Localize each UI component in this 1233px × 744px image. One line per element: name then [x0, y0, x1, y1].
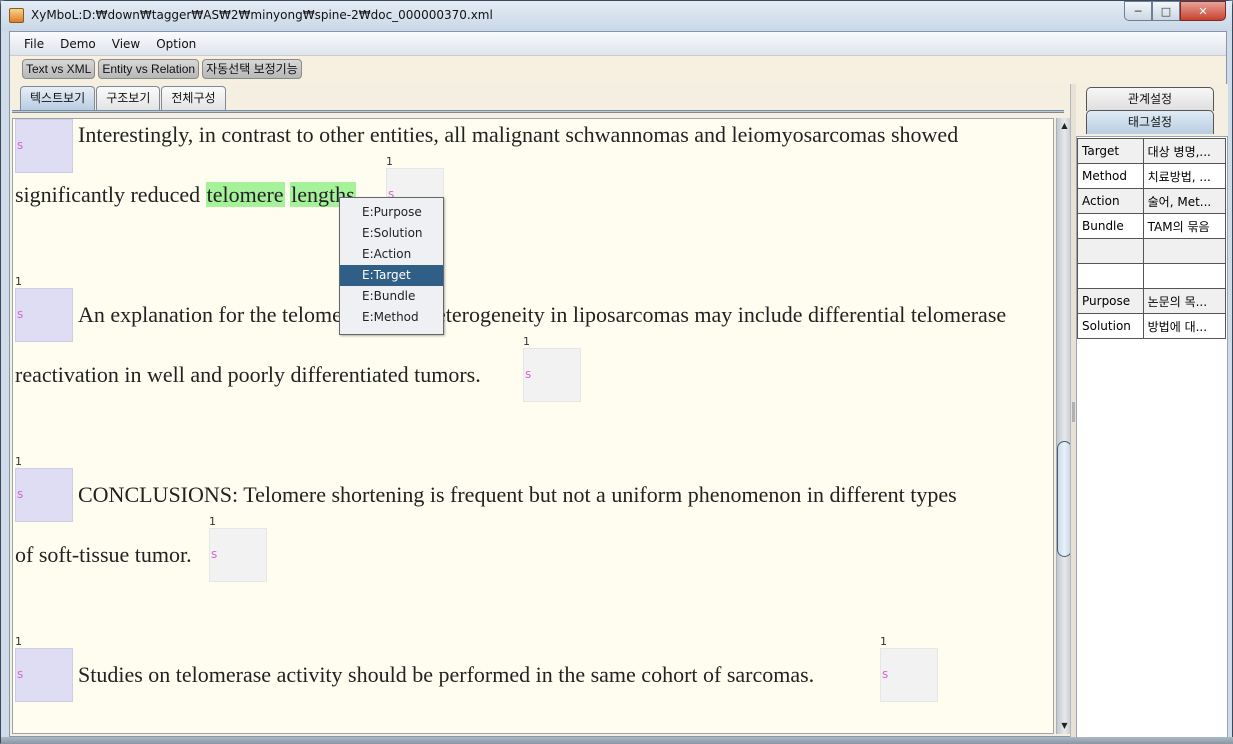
tag-description: 방법에 대... [1142, 313, 1227, 339]
tab-relation-settings[interactable]: 관계설정 [1086, 87, 1214, 111]
table-row[interactable]: Solution 방법에 대... [1077, 313, 1227, 339]
maximize-icon: □ [1160, 4, 1172, 18]
tag-description: 대상 병명,... [1142, 138, 1227, 164]
highlighted-entity[interactable]: telomere [205, 182, 285, 207]
sentence-marker-letter: s [17, 667, 24, 681]
entity-context-menu: E:Purpose E:Solution E:Action E:Target E… [339, 197, 444, 335]
tag-name: Action [1077, 188, 1144, 214]
tag-description: 논문의 목... [1142, 288, 1227, 314]
document-line: reactivation in well and poorly differen… [15, 362, 481, 387]
tag-name: Purpose [1077, 288, 1144, 314]
sentence-marker-letter: s [211, 547, 218, 561]
menu-bar: File Demo View Option [10, 32, 1226, 56]
menu-option[interactable]: Option [148, 37, 204, 51]
tag-name [1077, 263, 1144, 289]
entity-vs-relation-button[interactable]: Entity vs Relation [98, 59, 200, 79]
maximize-button[interactable]: □ [1152, 1, 1180, 21]
table-row[interactable]: Method 치료방법, ... [1077, 163, 1227, 189]
menu-item-target[interactable]: E:Target [340, 265, 443, 286]
tab-text-view[interactable]: 텍스트보기 [20, 86, 96, 110]
sentence-marker-letter: s [17, 138, 24, 152]
title-bar: XyMboL:D:₩down₩tagger₩AS₩2₩minyong₩spine… [1, 1, 1232, 31]
menu-item-purpose[interactable]: E:Purpose [340, 202, 443, 223]
tag-name: Method [1077, 163, 1144, 189]
sentence-count-label: 1 [15, 275, 22, 288]
tag-description [1142, 238, 1227, 264]
sentence-start-marker[interactable]: s [15, 119, 73, 173]
tag-name: Solution [1077, 313, 1144, 339]
toolbar: Text vs XML Entity vs Relation 자동선택 보정기능 [10, 56, 1226, 82]
sentence-marker-letter: s [882, 667, 889, 681]
document-line: CONCLUSIONS: Telomere shortening is freq… [78, 482, 957, 507]
auto-select-correction-button[interactable]: 자동선택 보정기능 [202, 59, 302, 79]
table-row[interactable]: Target 대상 병명,... [1077, 138, 1227, 164]
sentence-start-marker[interactable]: s [15, 288, 73, 342]
app-window: XyMboL:D:₩down₩tagger₩AS₩2₩minyong₩spine… [0, 0, 1233, 744]
sentence-count-label: 1 [386, 155, 393, 168]
tab-tag-settings[interactable]: 태그설정 [1086, 110, 1214, 134]
sentence-start-marker[interactable]: s [15, 648, 73, 702]
menu-item-method[interactable]: E:Method [340, 307, 443, 328]
tag-description: 치료방법, ... [1142, 163, 1227, 189]
sentence-marker-letter: s [17, 487, 24, 501]
table-row[interactable] [1077, 263, 1227, 289]
text-vs-xml-button[interactable]: Text vs XML [22, 59, 96, 79]
table-row[interactable]: Purpose 논문의 목... [1077, 288, 1227, 314]
sentence-start-marker[interactable]: s [15, 468, 73, 522]
client-area: File Demo View Option Text vs XML Entity… [9, 31, 1228, 738]
sentence-count-label: 1 [15, 455, 22, 468]
document-line: Interestingly, in contrast to other enti… [78, 122, 959, 147]
tag-description [1142, 263, 1227, 289]
sentence-count-label: 1 [880, 635, 887, 648]
divider-grip[interactable] [1072, 402, 1075, 422]
document-line: of soft-tissue tumor. [15, 542, 192, 567]
document-line: Studies on telomerase activity should be… [78, 662, 815, 687]
document-line: significantly reduced telomere lengths [15, 182, 356, 208]
document-text-area[interactable]: s Interestingly, in contrast to other en… [12, 118, 1054, 734]
window-title: XyMboL:D:₩down₩tagger₩AS₩2₩minyong₩spine… [31, 8, 493, 22]
sentence-count-label: 1 [15, 635, 22, 648]
tag-table: Target 대상 병명,... Method 치료방법, ... Action 술어… [1077, 138, 1227, 339]
settings-pane: 관계설정 태그설정 Target 대상 병명,... Method 치료방법, ..… [1076, 84, 1228, 738]
document-pane: 텍스트보기 구조보기 전체구성 s Interestingly, in cont… [10, 84, 1072, 738]
menu-file[interactable]: File [16, 37, 52, 51]
sentence-end-marker[interactable]: s [209, 528, 267, 582]
document-line-text: significantly reduced [15, 182, 206, 207]
table-row[interactable]: Action 술어, Met... [1077, 188, 1227, 214]
table-row[interactable] [1077, 238, 1227, 264]
menu-view[interactable]: View [104, 37, 148, 51]
java-app-icon [9, 8, 24, 23]
tag-name: Target [1077, 138, 1144, 164]
table-row[interactable]: Bundle TAM의 묶음 [1077, 213, 1227, 239]
view-tabs: 텍스트보기 구조보기 전체구성 [20, 86, 227, 110]
menu-demo[interactable]: Demo [52, 37, 104, 51]
sentence-end-marker[interactable]: s [523, 348, 581, 402]
tag-name: Bundle [1077, 213, 1144, 239]
minimize-icon: ─ [1134, 4, 1142, 18]
tag-description: TAM의 묶음 [1142, 213, 1227, 239]
tab-strip-divider [12, 110, 1064, 113]
menu-item-bundle[interactable]: E:Bundle [340, 286, 443, 307]
sentence-marker-letter: s [17, 307, 24, 321]
tag-name [1077, 238, 1144, 264]
sentence-count-label: 1 [209, 515, 216, 528]
document-line: An explanation for the telomere length h… [78, 302, 1007, 327]
close-button[interactable]: ✕ [1180, 1, 1226, 21]
sentence-end-marker[interactable]: s [880, 648, 938, 702]
close-icon: ✕ [1198, 4, 1208, 18]
menu-item-action[interactable]: E:Action [340, 244, 443, 265]
tag-description: 술어, Met... [1142, 188, 1227, 214]
tab-structure-view[interactable]: 구조보기 [96, 86, 161, 110]
sentence-count-label: 1 [523, 335, 530, 348]
tab-overall-view[interactable]: 전체구성 [161, 86, 226, 110]
tag-settings-panel: Target 대상 병명,... Method 치료방법, ... Action 술어… [1076, 136, 1228, 738]
sentence-marker-letter: s [525, 367, 532, 381]
minimize-button[interactable]: ─ [1124, 1, 1152, 21]
menu-item-solution[interactable]: E:Solution [340, 223, 443, 244]
